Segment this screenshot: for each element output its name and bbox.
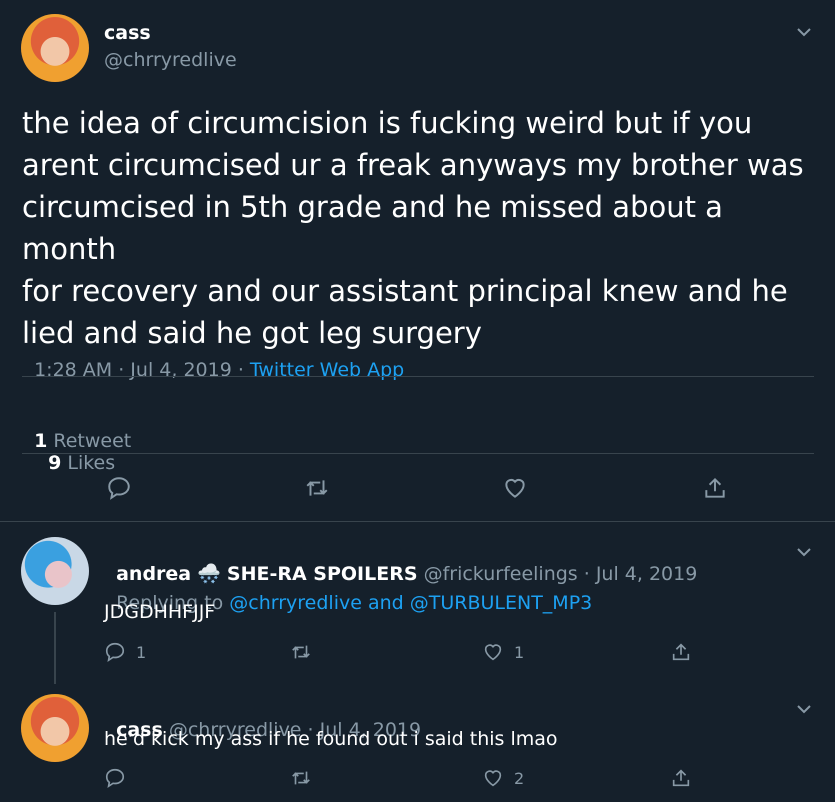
heart-icon [484,770,502,787]
reply-text: he'd kick my ass if he found out i said … [104,728,558,750]
tweet-text-line: circumcised in 5th grade and he missed a… [22,190,723,266]
reply-icon [108,477,130,500]
author-handle[interactable]: @chrryredlive [104,49,237,71]
tweet-text-line: the idea of circumcision is fucking weir… [22,106,753,140]
retweets-label: Retweet [47,430,132,452]
reply-icon [105,768,125,789]
retweet-button[interactable] [290,641,312,663]
chevron-down-icon[interactable] [794,22,814,42]
heart-icon [484,644,502,661]
likes-count: 9 [48,452,62,474]
share-button[interactable] [670,641,692,663]
retweet-icon [306,480,328,496]
share-icon [672,769,690,787]
like-button[interactable]: 2 [482,767,524,789]
share-button[interactable] [670,767,692,789]
likes-label: Likes [61,452,116,474]
retweet-icon [292,645,310,659]
avatar[interactable] [21,694,89,762]
like-count: 2 [514,768,525,788]
tweet-timestamp[interactable]: 1:28 AM · Jul 4, 2019 · [34,359,250,381]
tweet-source[interactable]: Twitter Web App [250,359,404,381]
divider [0,521,835,522]
divider [22,376,814,377]
divider [22,453,814,454]
chevron-down-icon[interactable] [794,542,814,562]
retweet-icon [292,771,310,785]
tweet-text-line: for recovery and our assistant principal… [22,274,788,308]
likes-stat[interactable]: 9 Likes [48,452,115,474]
like-button[interactable] [502,475,528,501]
share-icon [672,643,690,661]
reply-button[interactable] [106,475,132,501]
retweet-button[interactable] [290,767,312,789]
heart-icon [505,478,525,498]
author-name[interactable]: cass [104,22,151,44]
retweet-button[interactable] [304,475,330,501]
tweet-text-line: arent circumcised ur a freak anyways my … [22,148,804,182]
retweets-stat[interactable]: 1 Retweet [34,430,131,452]
tweet-meta: 1:28 AM · Jul 4, 2019 · Twitter Web App [22,337,404,381]
like-count: 1 [514,642,525,662]
reply-button[interactable]: 1 [104,641,146,663]
chevron-down-icon[interactable] [794,699,814,719]
tweet-text: the idea of circumcision is fucking weir… [22,102,822,354]
share-button[interactable] [702,475,728,501]
reply-count: 1 [136,642,147,662]
reply-text: JDGDHHFJJF [104,601,216,623]
tweet-stats: 1 Retweet 9 Likes [22,408,131,474]
reply-icon [105,642,125,663]
like-button[interactable]: 1 [482,641,524,663]
thread-connector [54,612,56,684]
share-icon [705,477,725,498]
reply-button[interactable] [104,767,126,789]
avatar[interactable] [21,537,89,605]
avatar[interactable] [21,14,89,82]
retweets-count: 1 [34,430,48,452]
replying-mentions[interactable]: @chrryredlive and @TURBULENT_MP3 [229,592,592,614]
